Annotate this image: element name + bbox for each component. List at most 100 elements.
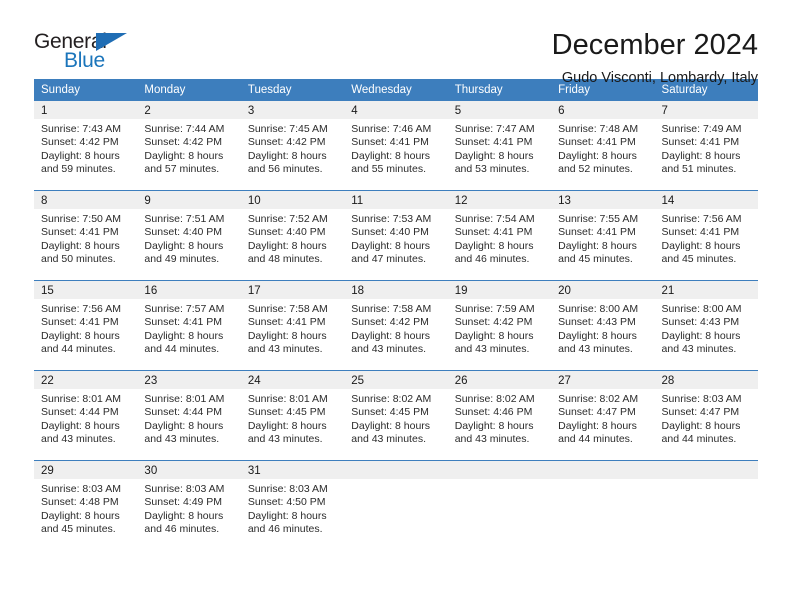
day-number <box>654 461 758 479</box>
day-info: Sunrise: 7:57 AM Sunset: 4:41 PM Dayligh… <box>137 299 240 357</box>
day-info: Sunrise: 8:03 AM Sunset: 4:49 PM Dayligh… <box>137 479 240 537</box>
day-cell[interactable]: 9 Sunrise: 7:51 AM Sunset: 4:40 PM Dayli… <box>137 190 241 281</box>
sunset-text: Sunset: 4:47 PM <box>558 406 636 419</box>
daylight-text-line2: and 45 minutes. <box>558 253 633 266</box>
day-number: 19 <box>447 281 552 299</box>
generalblue-logo[interactable]: General Blue <box>34 28 144 76</box>
daylight-text-line2: and 44 minutes. <box>661 433 737 446</box>
sunset-text: Sunset: 4:45 PM <box>351 406 429 419</box>
sunset-text: Sunset: 4:42 PM <box>247 136 326 149</box>
day-cell[interactable]: 2 Sunrise: 7:44 AM Sunset: 4:42 PM Dayli… <box>137 101 241 191</box>
daylight-text-line2: and 47 minutes. <box>351 253 426 266</box>
day-number: 18 <box>344 281 448 299</box>
daylight-text-line1: Daylight: 8 hours <box>144 329 224 342</box>
day-cell[interactable]: 30 Sunrise: 8:03 AM Sunset: 4:49 PM Dayl… <box>137 460 241 550</box>
day-cell[interactable]: 8 Sunrise: 7:50 AM Sunset: 4:41 PM Dayli… <box>34 190 138 281</box>
day-cell[interactable]: 15 Sunrise: 7:56 AM Sunset: 4:41 PM Dayl… <box>34 280 138 371</box>
day-info: Sunrise: 8:01 AM Sunset: 4:44 PM Dayligh… <box>34 389 137 447</box>
day-cell[interactable]: 20 Sunrise: 8:00 AM Sunset: 4:43 PM Dayl… <box>551 280 655 371</box>
day-cell[interactable]: 5 Sunrise: 7:47 AM Sunset: 4:41 PM Dayli… <box>447 101 552 191</box>
day-info <box>551 479 654 483</box>
day-cell[interactable]: 27 Sunrise: 8:02 AM Sunset: 4:47 PM Dayl… <box>551 370 655 461</box>
daylight-text-line2: and 46 minutes. <box>454 253 530 266</box>
day-cell[interactable]: 3 Sunrise: 7:45 AM Sunset: 4:42 PM Dayli… <box>240 101 345 191</box>
day-cell[interactable]: 1 Sunrise: 7:43 AM Sunset: 4:42 PM Dayli… <box>34 101 138 191</box>
day-cell[interactable]: 13 Sunrise: 7:55 AM Sunset: 4:41 PM Dayl… <box>551 190 655 281</box>
day-number: 10 <box>240 191 345 209</box>
sunset-text: Sunset: 4:43 PM <box>661 316 740 329</box>
sunrise-text: Sunrise: 8:03 AM <box>144 483 225 495</box>
day-info: Sunrise: 7:58 AM Sunset: 4:41 PM Dayligh… <box>241 299 344 357</box>
daylight-text-line1: Daylight: 8 hours <box>558 419 637 432</box>
sunrise-text: Sunrise: 8:02 AM <box>454 393 535 405</box>
day-info: Sunrise: 7:47 AM Sunset: 4:41 PM Dayligh… <box>448 119 551 177</box>
day-info <box>655 479 758 483</box>
sunset-text: Sunset: 4:49 PM <box>144 496 223 509</box>
day-cell[interactable]: 31 Sunrise: 8:03 AM Sunset: 4:50 PM Dayl… <box>240 460 345 550</box>
sunrise-text: Sunrise: 8:01 AM <box>41 393 121 405</box>
week-row: 29 Sunrise: 8:03 AM Sunset: 4:48 PM Dayl… <box>34 460 758 550</box>
day-cell[interactable]: 4 Sunrise: 7:46 AM Sunset: 4:41 PM Dayli… <box>344 101 448 191</box>
day-cell[interactable]: 21 Sunrise: 8:00 AM Sunset: 4:43 PM Dayl… <box>654 280 758 371</box>
day-cell[interactable]: 7 Sunrise: 7:49 AM Sunset: 4:41 PM Dayli… <box>654 101 758 191</box>
day-cell[interactable]: 10 Sunrise: 7:52 AM Sunset: 4:40 PM Dayl… <box>240 190 345 281</box>
sunrise-text: Sunrise: 7:51 AM <box>144 213 225 225</box>
day-cell[interactable]: 26 Sunrise: 8:02 AM Sunset: 4:46 PM Dayl… <box>447 370 552 461</box>
day-cell[interactable]: 17 Sunrise: 7:58 AM Sunset: 4:41 PM Dayl… <box>240 280 345 371</box>
daylight-text-line1: Daylight: 8 hours <box>41 239 120 252</box>
daylight-text-line1: Daylight: 8 hours <box>41 509 120 522</box>
daylight-text-line1: Daylight: 8 hours <box>144 509 224 522</box>
day-number: 4 <box>344 101 448 119</box>
calendar-body: 1 Sunrise: 7:43 AM Sunset: 4:42 PM Dayli… <box>34 101 758 550</box>
day-cell[interactable]: 6 Sunrise: 7:48 AM Sunset: 4:41 PM Dayli… <box>551 101 655 191</box>
daylight-text-line2: and 56 minutes. <box>247 163 323 176</box>
day-cell[interactable]: 22 Sunrise: 8:01 AM Sunset: 4:44 PM Dayl… <box>34 370 138 461</box>
daylight-text-line1: Daylight: 8 hours <box>661 419 741 432</box>
day-cell[interactable]: 19 Sunrise: 7:59 AM Sunset: 4:42 PM Dayl… <box>447 280 552 371</box>
daylight-text-line2: and 44 minutes. <box>144 343 220 356</box>
day-cell[interactable]: 14 Sunrise: 7:56 AM Sunset: 4:41 PM Dayl… <box>654 190 758 281</box>
sunrise-text: Sunrise: 7:57 AM <box>144 303 225 315</box>
daylight-text-line2: and 46 minutes. <box>144 523 220 536</box>
sunset-text: Sunset: 4:42 PM <box>454 316 533 329</box>
sunrise-text: Sunrise: 8:02 AM <box>351 393 432 405</box>
day-info: Sunrise: 8:02 AM Sunset: 4:45 PM Dayligh… <box>344 389 447 447</box>
sunrise-text: Sunrise: 7:48 AM <box>558 123 639 135</box>
week-row: 22 Sunrise: 8:01 AM Sunset: 4:44 PM Dayl… <box>34 370 758 461</box>
day-number: 30 <box>137 461 241 479</box>
daylight-text-line1: Daylight: 8 hours <box>454 329 534 342</box>
day-cell[interactable]: 18 Sunrise: 7:58 AM Sunset: 4:42 PM Dayl… <box>344 280 448 371</box>
weekday-header-monday: Monday <box>137 79 241 101</box>
page-title: December 2024 <box>551 29 758 61</box>
sunset-text: Sunset: 4:40 PM <box>247 226 326 239</box>
sunrise-text: Sunrise: 7:58 AM <box>247 303 328 315</box>
day-info: Sunrise: 8:03 AM Sunset: 4:50 PM Dayligh… <box>241 479 344 537</box>
daylight-text-line1: Daylight: 8 hours <box>247 239 327 252</box>
day-cell[interactable]: 11 Sunrise: 7:53 AM Sunset: 4:40 PM Dayl… <box>344 190 448 281</box>
sunset-text: Sunset: 4:44 PM <box>41 406 119 419</box>
sunrise-text: Sunrise: 7:52 AM <box>247 213 328 225</box>
day-number: 11 <box>344 191 448 209</box>
day-cell[interactable]: 12 Sunrise: 7:54 AM Sunset: 4:41 PM Dayl… <box>447 190 552 281</box>
day-info: Sunrise: 7:46 AM Sunset: 4:41 PM Dayligh… <box>344 119 447 177</box>
day-cell[interactable]: 25 Sunrise: 8:02 AM Sunset: 4:45 PM Dayl… <box>344 370 448 461</box>
day-info: Sunrise: 8:00 AM Sunset: 4:43 PM Dayligh… <box>551 299 654 357</box>
day-cell[interactable]: 28 Sunrise: 8:03 AM Sunset: 4:47 PM Dayl… <box>654 370 758 461</box>
daylight-text-line2: and 49 minutes. <box>144 253 220 266</box>
day-number: 3 <box>240 101 345 119</box>
day-cell[interactable]: 29 Sunrise: 8:03 AM Sunset: 4:48 PM Dayl… <box>34 460 138 550</box>
page-header: General Blue December 2024 Gudo Visconti… <box>34 0 758 86</box>
day-cell[interactable]: 23 Sunrise: 8:01 AM Sunset: 4:44 PM Dayl… <box>137 370 241 461</box>
day-info: Sunrise: 7:59 AM Sunset: 4:42 PM Dayligh… <box>448 299 551 357</box>
daylight-text-line1: Daylight: 8 hours <box>247 509 327 522</box>
daylight-text-line1: Daylight: 8 hours <box>351 329 431 342</box>
week-row: 1 Sunrise: 7:43 AM Sunset: 4:42 PM Dayli… <box>34 101 758 191</box>
day-number: 13 <box>551 191 655 209</box>
sunset-text: Sunset: 4:41 PM <box>558 226 636 239</box>
day-info: Sunrise: 7:56 AM Sunset: 4:41 PM Dayligh… <box>655 209 758 267</box>
daylight-text-line2: and 45 minutes. <box>661 253 737 266</box>
sunset-text: Sunset: 4:42 PM <box>351 316 429 329</box>
sunrise-text: Sunrise: 7:58 AM <box>351 303 432 315</box>
day-cell[interactable]: 24 Sunrise: 8:01 AM Sunset: 4:45 PM Dayl… <box>240 370 345 461</box>
day-cell[interactable]: 16 Sunrise: 7:57 AM Sunset: 4:41 PM Dayl… <box>137 280 241 371</box>
